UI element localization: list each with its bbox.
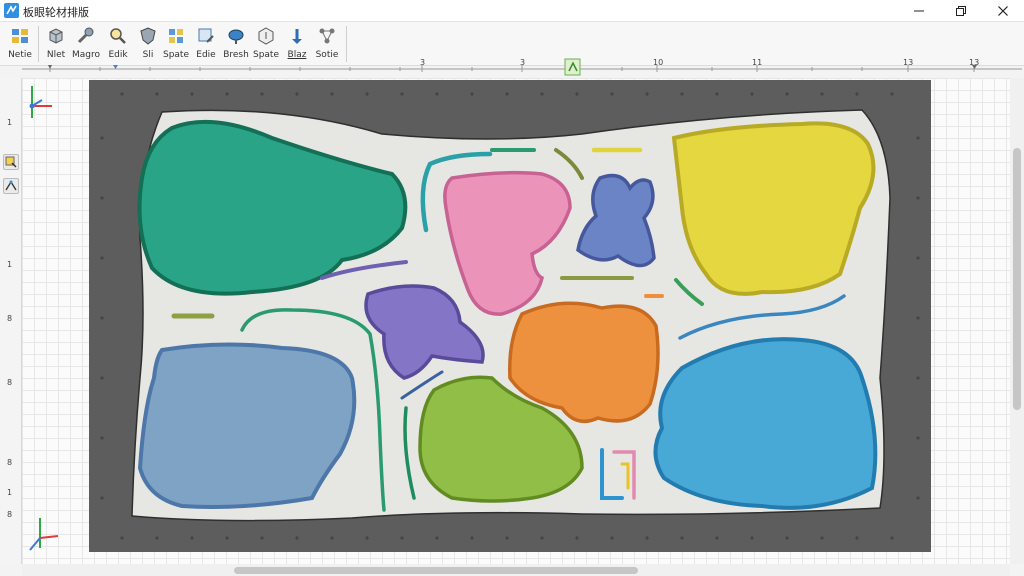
measure-icon bbox=[5, 180, 17, 191]
horizontal-scroll-thumb[interactable] bbox=[234, 567, 638, 574]
side-tool-measure-button[interactable] bbox=[3, 178, 19, 194]
axis-gizmo-bottom bbox=[29, 518, 59, 551]
nesting-canvas[interactable] bbox=[22, 78, 1010, 564]
title-bar: 板眼轮材排版 bbox=[0, 0, 1024, 22]
cloud-icon bbox=[228, 29, 244, 44]
minimize-button[interactable] bbox=[898, 0, 940, 22]
close-button[interactable] bbox=[982, 0, 1024, 22]
hexagon-icon bbox=[258, 27, 274, 45]
part-yellow[interactable] bbox=[671, 121, 876, 296]
maximize-button[interactable] bbox=[940, 0, 982, 22]
sheet-scene bbox=[29, 80, 931, 552]
vertical-ruler: 1 1 8 8 8 1 8 bbox=[0, 78, 22, 564]
toolbar-divider bbox=[346, 26, 347, 62]
close-icon bbox=[998, 6, 1008, 16]
vertical-scrollbar[interactable] bbox=[1010, 78, 1024, 564]
pin-icon bbox=[292, 29, 302, 44]
ruler-label: 3 bbox=[420, 58, 426, 67]
shield-icon bbox=[140, 27, 156, 45]
minimize-icon bbox=[914, 10, 924, 12]
ruler-label: 8 bbox=[7, 510, 13, 519]
ruler-label: 8 bbox=[7, 458, 13, 467]
app-window: 板眼轮材排版 Netie Nlet Magro Edik Sli Spate E… bbox=[0, 0, 1024, 576]
horizontal-scrollbar[interactable] bbox=[22, 564, 1010, 576]
nest-icon bbox=[12, 29, 28, 43]
cube-icon bbox=[49, 28, 63, 44]
ruler-label: 10 bbox=[653, 58, 664, 67]
side-tool-select-button[interactable] bbox=[3, 154, 19, 170]
selection-icon bbox=[5, 156, 17, 168]
restore-icon bbox=[956, 6, 966, 16]
ruler-label: 8 bbox=[7, 314, 13, 323]
ruler-label: 3 bbox=[520, 58, 526, 67]
part-sky[interactable] bbox=[653, 337, 878, 510]
ruler-label: 13 bbox=[969, 58, 980, 67]
ruler-label: 1 bbox=[7, 260, 13, 269]
grid-icon bbox=[169, 29, 183, 43]
vertical-scroll-thumb[interactable] bbox=[1013, 148, 1021, 410]
ruler-label: 1 bbox=[7, 118, 13, 127]
part-blue-gray[interactable] bbox=[137, 342, 357, 509]
window-title: 板眼轮材排版 bbox=[23, 6, 89, 19]
app-logo-icon bbox=[4, 3, 19, 18]
horizontal-ruler: 3 3 10 11 13 13 bbox=[22, 58, 1022, 78]
ruler-label: 1 bbox=[7, 488, 13, 497]
brush-icon bbox=[77, 27, 94, 44]
edit-icon bbox=[198, 28, 214, 43]
magnifier-icon bbox=[110, 28, 126, 44]
ruler-label: 13 bbox=[903, 58, 914, 67]
network-icon bbox=[319, 28, 335, 44]
ruler-label: 8 bbox=[7, 378, 13, 387]
ruler-label: 11 bbox=[752, 58, 763, 67]
axis-gizmo-top bbox=[29, 86, 52, 118]
